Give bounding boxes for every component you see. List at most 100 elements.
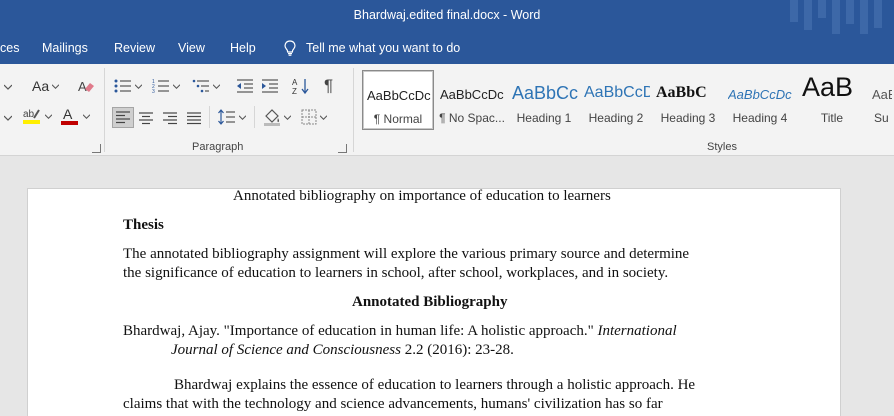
style-sample: AaB: [872, 87, 892, 102]
increase-indent-button[interactable]: [261, 76, 279, 96]
chevron-down-icon: [45, 113, 52, 119]
clear-formatting-button[interactable]: A: [77, 76, 95, 96]
center-icon: [139, 111, 153, 124]
svg-text:Z: Z: [292, 87, 297, 95]
tab-mailings[interactable]: Mailings: [42, 41, 88, 55]
paragraph-dialog-launcher[interactable]: [338, 144, 347, 153]
borders-button[interactable]: [301, 107, 327, 127]
chevron-down-icon: [213, 83, 220, 89]
clear-formatting-icon: A: [78, 79, 94, 94]
show-marks-button[interactable]: ¶: [324, 76, 333, 96]
style-name: Heading 1: [516, 111, 572, 125]
title-bar-decoration: [784, 0, 894, 34]
shading-button[interactable]: [263, 107, 291, 127]
justify-icon: [187, 111, 201, 124]
style-sample: AaBbCcDc: [440, 87, 504, 102]
font-partial-button[interactable]: [4, 77, 14, 97]
annotation-line-1: Bhardwaj explains the essence of educati…: [174, 377, 696, 393]
style-name: ¶ No Spac...: [439, 111, 505, 125]
highlight-button[interactable]: ab: [22, 106, 52, 126]
style-sample: AaBbCc: [512, 83, 578, 103]
window-title: Bhardwaj.edited final.docx - Word: [353, 8, 541, 22]
chevron-down-icon: [239, 114, 246, 120]
align-left-button[interactable]: [112, 107, 134, 128]
multilevel-list-button[interactable]: [192, 76, 220, 96]
style-name: Su: [874, 111, 889, 125]
font-dialog-launcher[interactable]: [92, 144, 101, 153]
style-subtitle[interactable]: AaB Su: [868, 70, 894, 130]
sort-button[interactable]: A Z: [292, 76, 310, 96]
increase-indent-icon: [262, 79, 278, 93]
style-normal[interactable]: AaBbCcDc ¶ Normal: [362, 70, 434, 130]
center-button[interactable]: [139, 108, 153, 128]
style-heading-4[interactable]: AaBbCcDc Heading 4: [724, 70, 796, 130]
ribbon-tabs: ces Mailings Review View Help Tell me wh…: [0, 34, 894, 64]
align-right-icon: [163, 111, 177, 124]
annotated-bibliography-heading: Annotated Bibliography: [352, 294, 508, 310]
document-title-line: Annotated bibliography on importance of …: [233, 188, 611, 204]
style-sample: AaB: [802, 72, 854, 102]
chevron-down-icon: [320, 114, 327, 120]
tab-view[interactable]: View: [178, 41, 205, 55]
style-heading-3[interactable]: AaBbC Heading 3: [652, 70, 724, 130]
svg-text:3: 3: [152, 89, 155, 94]
chevron-down-icon: [83, 113, 90, 119]
style-name: Heading 3: [660, 111, 716, 125]
borders-icon: [301, 109, 317, 125]
style-heading-2[interactable]: AaBbCcD Heading 2: [580, 70, 652, 130]
style-name: Heading 2: [588, 111, 644, 125]
align-right-button[interactable]: [163, 108, 177, 128]
svg-text:A: A: [63, 106, 73, 122]
citation-details: 2.2 (2016): 23-28.: [400, 342, 514, 358]
multilevel-list-icon: [192, 79, 209, 93]
tell-me-search[interactable]: Tell me what you want to do: [284, 40, 460, 56]
style-sample: AaBbC: [656, 84, 707, 101]
ribbon-separator: [254, 106, 255, 128]
document-area: Annotated bibliography on importance of …: [0, 157, 894, 416]
style-name: Heading 4: [732, 111, 788, 125]
chevron-down-icon: [284, 114, 291, 120]
line-spacing-button[interactable]: [218, 107, 246, 127]
chevron-down-icon: [4, 84, 12, 90]
style-no-spacing[interactable]: AaBbCcDc ¶ No Spac...: [436, 70, 508, 130]
justify-button[interactable]: [187, 108, 201, 128]
shading-icon: [264, 109, 280, 126]
line-spacing-icon: [218, 109, 235, 125]
document-page[interactable]: Annotated bibliography on importance of …: [27, 188, 841, 416]
style-title[interactable]: AaB Title: [796, 70, 868, 130]
numbering-icon: 1 2 3: [152, 79, 169, 94]
thesis-text-line-1: The annotated bibliography assignment wi…: [123, 246, 690, 262]
bullets-icon: [114, 79, 131, 93]
decrease-indent-icon: [237, 79, 253, 93]
numbering-button[interactable]: 1 2 3: [152, 76, 180, 96]
style-sample: AaBbCcDc: [728, 87, 792, 102]
thesis-text-line-2: the significance of education to learner…: [123, 265, 669, 281]
style-name: Title: [820, 111, 844, 125]
change-case-button[interactable]: Aa: [32, 76, 60, 96]
font-partial-button-2[interactable]: [4, 108, 14, 128]
style-sample: AaBbCcDc: [367, 88, 431, 103]
sort-icon: A Z: [292, 78, 309, 95]
styles-gallery: AaBbCcDc ¶ Normal AaBbCcDc ¶ No Spac... …: [362, 70, 894, 132]
citation-journal-cont: Journal of Science and Consciousness: [171, 342, 401, 358]
align-left-icon: [116, 111, 130, 124]
citation-line-1: Bhardwaj, Ajay. "Importance of education…: [123, 322, 677, 341]
style-heading-1[interactable]: AaBbCc Heading 1: [508, 70, 580, 130]
tab-review[interactable]: Review: [114, 41, 155, 55]
citation-journal: International: [597, 323, 677, 339]
tab-references[interactable]: ces: [0, 41, 19, 55]
annotation-line-2: claims that with the technology and scie…: [123, 396, 663, 412]
chevron-down-icon: [4, 115, 12, 121]
citation-line-2: Journal of Science and Consciousness 2.2…: [171, 341, 514, 360]
chevron-down-icon: [135, 83, 142, 89]
bullets-button[interactable]: [114, 76, 142, 96]
svg-text:A: A: [78, 79, 87, 94]
style-name: ¶ Normal: [373, 112, 423, 126]
title-bar: Bhardwaj.edited final.docx - Word: [0, 0, 894, 34]
change-case-label: Aa: [32, 78, 50, 94]
paragraph-group-label: Paragraph: [192, 141, 244, 153]
font-color-button[interactable]: A: [60, 106, 90, 126]
tab-help[interactable]: Help: [230, 41, 256, 55]
decrease-indent-button[interactable]: [236, 76, 254, 96]
styles-group-label: Styles: [707, 141, 737, 153]
